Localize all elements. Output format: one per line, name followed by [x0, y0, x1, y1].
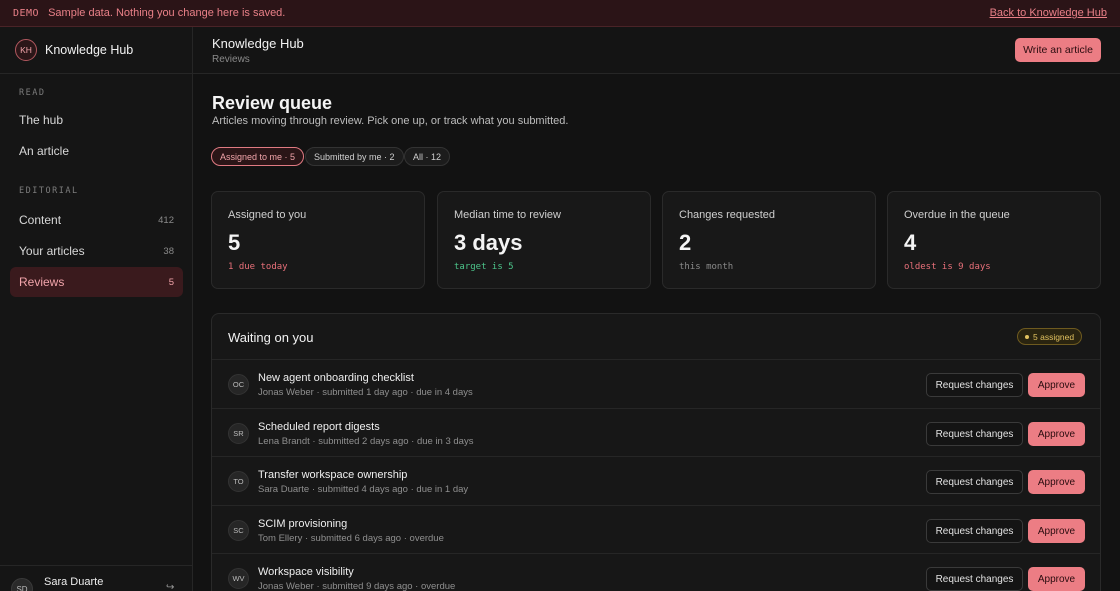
sidebar-item-count: 5	[168, 276, 174, 288]
user-name: Sara Duarte	[44, 576, 104, 588]
row-avatar: OC	[228, 374, 249, 395]
sidebar-item-an-article[interactable]: An article	[10, 136, 183, 166]
request-changes-button[interactable]: Request changes	[926, 470, 1023, 494]
row-avatar: TO	[228, 471, 249, 492]
row-meta: Jonas Weber · submitted 1 day ago · due …	[258, 387, 473, 398]
stat-card-changes-requested: Changes requested 2 this month	[662, 191, 876, 289]
review-row[interactable]: SC SCIM provisioning Tom Ellery · submit…	[212, 505, 1100, 554]
review-row[interactable]: SR Scheduled report digests Lena Brandt …	[212, 408, 1100, 457]
stat-value: 4	[904, 230, 917, 255]
stat-note: oldest is 9 days	[904, 262, 991, 272]
row-avatar: WV	[228, 568, 249, 589]
sidebar-item-your-articles[interactable]: Your articles 38	[10, 236, 183, 266]
panel-title: Waiting on you	[228, 330, 314, 345]
write-article-button[interactable]: Write an article	[1015, 38, 1101, 62]
approve-button[interactable]: Approve	[1028, 519, 1085, 543]
sidebar-item-content[interactable]: Content 412	[10, 205, 183, 235]
waiting-on-you-panel: Waiting on you 5 assigned OC New agent o…	[211, 313, 1101, 591]
filter-assigned-to-me[interactable]: Assigned to me · 5	[211, 147, 305, 166]
breadcrumb[interactable]: Reviews	[212, 54, 250, 65]
filter-submitted-by-me[interactable]: Submitted by me · 2	[305, 147, 404, 166]
topbar: Knowledge Hub Reviews Write an article	[193, 27, 1120, 74]
stat-note: this month	[679, 262, 734, 272]
stat-label: Overdue in the queue	[904, 209, 1010, 221]
status-dot-icon	[1025, 334, 1029, 339]
assigned-count-badge: 5 assigned	[1017, 328, 1083, 345]
sidebar-item-label: Content	[19, 213, 62, 227]
nav-section-editorial: EDITORIAL	[19, 186, 79, 196]
demo-message: Sample data. Nothing you change here is …	[48, 7, 286, 19]
request-changes-button[interactable]: Request changes	[926, 567, 1023, 591]
brand[interactable]: KH Knowledge Hub	[0, 27, 192, 74]
moon-icon[interactable]	[987, 43, 999, 55]
row-avatar: SR	[228, 423, 249, 444]
row-title[interactable]: Workspace visibility	[258, 566, 354, 578]
sidebar-item-label: Reviews	[19, 275, 65, 289]
badge-label: 5 assigned	[1033, 331, 1075, 342]
approve-button[interactable]: Approve	[1028, 567, 1085, 591]
demo-tag: DEMO	[13, 7, 40, 19]
stat-value: 3 days	[454, 230, 523, 255]
stat-label: Changes requested	[679, 209, 776, 221]
sidebar-item-count: 412	[158, 214, 174, 226]
row-title[interactable]: Scheduled report digests	[258, 421, 380, 433]
stat-value: 2	[679, 230, 692, 255]
stat-note: target is 5	[454, 262, 514, 272]
user-footer: SD Sara Duarte ↪	[0, 565, 192, 591]
request-changes-button[interactable]: Request changes	[926, 519, 1023, 543]
stat-label: Median time to review	[454, 209, 561, 221]
sidebar-item-label: Your articles	[19, 244, 85, 258]
sign-out-icon[interactable]: ↪	[166, 582, 174, 591]
back-to-hub-link[interactable]: Back to Knowledge Hub	[990, 7, 1107, 19]
stat-card-assigned: Assigned to you 5 1 due today	[211, 191, 425, 289]
demo-banner: DEMO Sample data. Nothing you change her…	[0, 0, 1120, 27]
review-row[interactable]: WV Workspace visibility Jonas Weber · su…	[212, 553, 1100, 591]
page-title: Review queue	[212, 93, 333, 113]
approve-button[interactable]: Approve	[1028, 373, 1085, 397]
avatar[interactable]: SD	[11, 578, 33, 591]
stat-label: Assigned to you	[228, 209, 307, 221]
review-row[interactable]: OC New agent onboarding checklist Jonas …	[212, 359, 1100, 408]
row-title[interactable]: Transfer workspace ownership	[258, 469, 407, 481]
row-title[interactable]: New agent onboarding checklist	[258, 372, 414, 384]
stat-value: 5	[228, 230, 241, 255]
row-title[interactable]: SCIM provisioning	[258, 518, 347, 530]
row-meta: Lena Brandt · submitted 2 days ago · due…	[258, 436, 474, 447]
sidebar-item-label: The hub	[19, 113, 64, 127]
approve-button[interactable]: Approve	[1028, 470, 1085, 494]
filter-all[interactable]: All · 12	[404, 147, 451, 166]
topbar-title: Knowledge Hub	[212, 36, 304, 51]
sidebar-item-label: An article	[19, 144, 70, 158]
row-avatar: SC	[228, 520, 249, 541]
row-meta: Jonas Weber · submitted 9 days ago · ove…	[258, 581, 456, 591]
page-subtitle: Articles moving through review. Pick one…	[212, 115, 569, 127]
stat-note: 1 due today	[228, 262, 288, 272]
request-changes-button[interactable]: Request changes	[926, 373, 1023, 397]
brand-logo: KH	[15, 39, 37, 61]
nav-section-read: READ	[19, 88, 46, 98]
sidebar: KH Knowledge Hub READ The hub An article…	[0, 27, 193, 591]
sidebar-item-reviews[interactable]: Reviews 5	[10, 267, 183, 297]
stat-card-overdue: Overdue in the queue 4 oldest is 9 days	[887, 191, 1101, 289]
review-row[interactable]: TO Transfer workspace ownership Sara Dua…	[212, 456, 1100, 505]
row-meta: Sara Duarte · submitted 4 days ago · due…	[258, 484, 469, 495]
request-changes-button[interactable]: Request changes	[926, 422, 1023, 446]
sidebar-item-the-hub[interactable]: The hub	[10, 105, 183, 135]
sidebar-item-count: 38	[163, 245, 174, 257]
row-meta: Tom Ellery · submitted 6 days ago · over…	[258, 533, 444, 544]
brand-name: Knowledge Hub	[45, 43, 134, 57]
approve-button[interactable]: Approve	[1028, 422, 1085, 446]
stat-card-median-time: Median time to review 3 days target is 5	[437, 191, 651, 289]
